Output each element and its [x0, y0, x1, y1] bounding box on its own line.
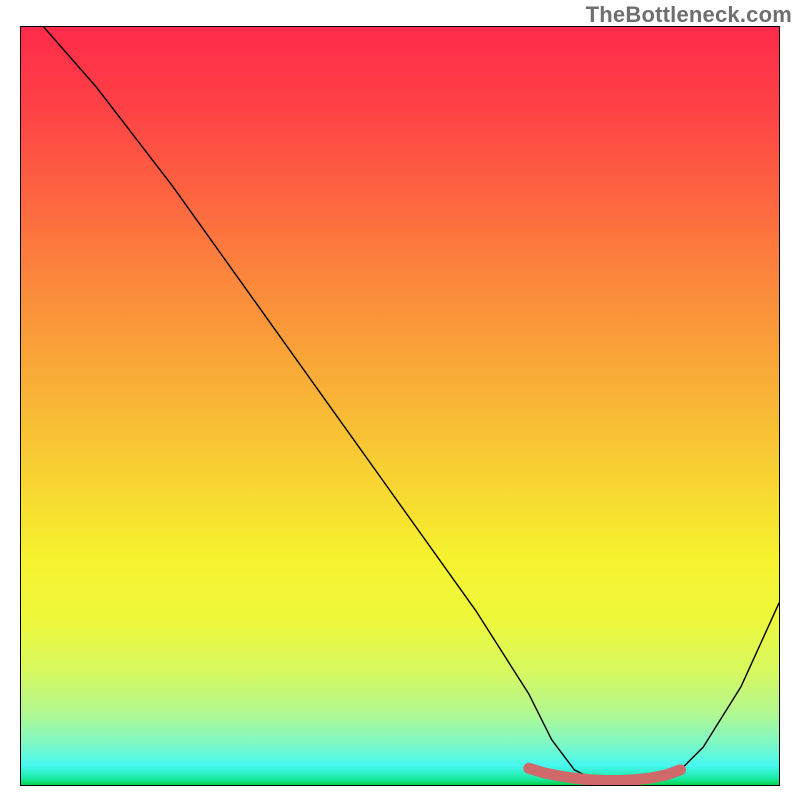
- chart-root: TheBottleneck.com: [0, 0, 800, 800]
- watermark-text: TheBottleneck.com: [586, 2, 792, 28]
- optimal-range-highlight: [529, 768, 681, 780]
- plot-frame: [20, 26, 780, 786]
- plot-svg: [21, 27, 779, 785]
- bottleneck-curve: [44, 27, 779, 785]
